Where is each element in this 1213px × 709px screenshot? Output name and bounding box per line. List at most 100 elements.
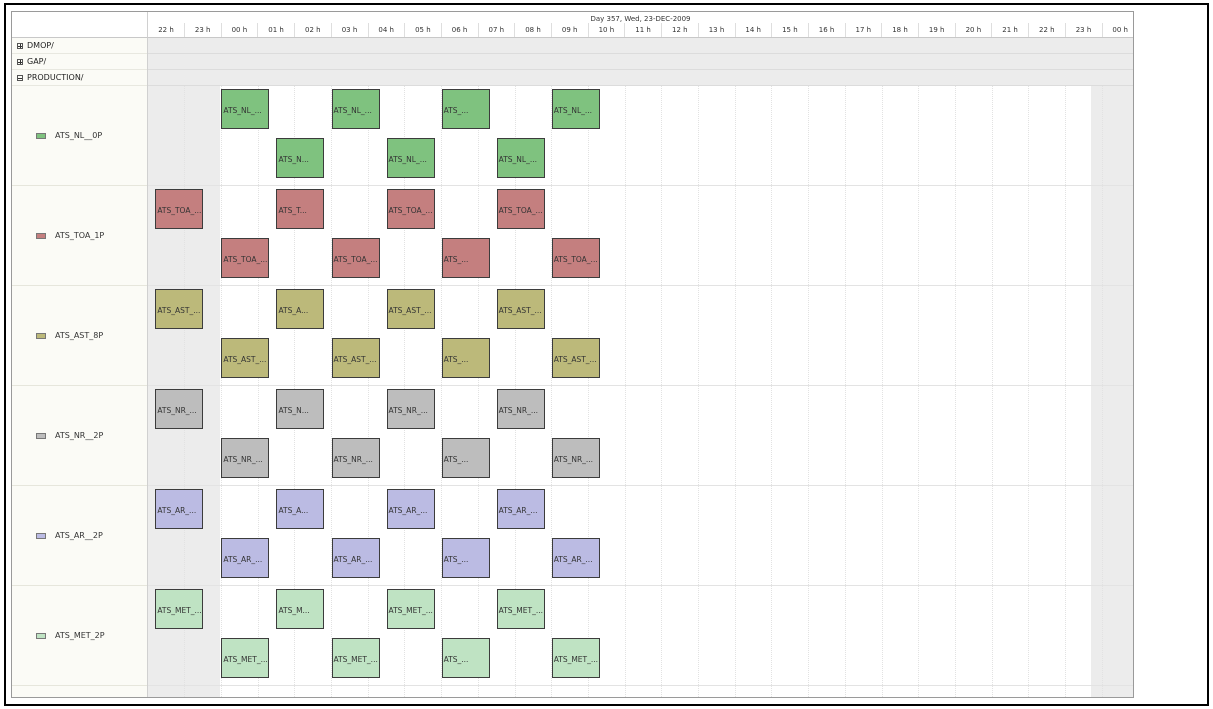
activity-bar[interactable]: ATS_MET_... [496, 589, 545, 629]
timeline-header: Day 357, Wed, 23-DEC-2009 22 h 23 h 00 h 01… [148, 12, 1133, 38]
activity-bar[interactable]: ATS_N... [276, 389, 325, 429]
hour-separator [1064, 23, 1066, 37]
group-production[interactable]: PRODUCTION/ [12, 70, 147, 86]
activity-bar[interactable]: ATS_NL_... [331, 89, 380, 129]
activity-bar[interactable]: ATS_AR_... [331, 538, 380, 578]
activity-bar[interactable]: ATS_M... [276, 589, 325, 629]
resource-row[interactable]: ATS_AR__2P [12, 486, 147, 586]
activity-bar[interactable]: ATS_TOA_... [551, 238, 600, 278]
activity-bar[interactable]: ATS_AR_... [155, 489, 204, 529]
activity-bar[interactable]: ATS_AST_... [496, 289, 545, 329]
activity-bar[interactable]: ATS_... [441, 238, 490, 278]
activity-bar[interactable]: ATS_AR_... [496, 489, 545, 529]
activity-bar[interactable]: ATS_NL_... [221, 89, 270, 129]
hour-separator [404, 23, 406, 37]
activity-bar[interactable]: ATS_TOA_... [221, 238, 270, 278]
row-separator [148, 185, 1133, 186]
hour-separator [477, 23, 479, 37]
activity-bar[interactable]: ATS_MET_... [155, 589, 204, 629]
activity-bar[interactable]: ATS_... [441, 438, 490, 478]
group-band [148, 70, 1133, 86]
activity-bar[interactable]: ATS_AR_... [221, 538, 270, 578]
resource-label: ATS_TOA_1P [55, 231, 105, 240]
activity-bar[interactable]: ATS_AST_... [221, 338, 270, 378]
activity-bar[interactable]: ATS_MET_... [331, 638, 380, 678]
row-separator [148, 285, 1133, 286]
activity-bar[interactable]: ATS_NL_... [551, 89, 600, 129]
activity-bar[interactable]: ATS_AR_... [386, 489, 435, 529]
row-separator [148, 485, 1133, 486]
activity-bar[interactable]: ATS_... [441, 538, 490, 578]
activity-bar[interactable]: ATS_MET_... [221, 638, 270, 678]
activity-bar[interactable]: ATS_NR_... [496, 389, 545, 429]
activity-bar[interactable]: ATS_NR_... [551, 438, 600, 478]
collapse-icon[interactable] [17, 74, 23, 81]
resource-row[interactable]: ATS_NR__2P [12, 386, 147, 486]
hour-label: 23 h [1075, 26, 1092, 34]
activity-bar[interactable]: ATS_A... [276, 289, 325, 329]
hour-gridline [1028, 38, 1030, 697]
activity-bar[interactable]: ATS_TOA_... [155, 189, 204, 229]
activity-bar[interactable]: ATS_NR_... [221, 438, 270, 478]
hour-gridline [698, 38, 699, 697]
hour-label: 01 h [268, 26, 284, 34]
color-swatch-icon [36, 432, 46, 439]
gantt-chart: Day 357, Wed, 23-DEC-2009 22 h 23 h 00 h 01… [11, 11, 1134, 698]
activity-bar[interactable]: ATS_A... [276, 489, 325, 529]
activity-bar[interactable]: ATS_NR_... [386, 389, 435, 429]
expand-icon[interactable] [17, 42, 23, 49]
hour-separator [514, 23, 516, 37]
hour-separator [220, 23, 222, 37]
hour-label: 03 h [341, 26, 358, 34]
hour-label: 08 h [525, 26, 541, 34]
activity-bar[interactable]: ATS_NR_... [155, 389, 204, 429]
activity-bar[interactable]: ATS_MET_... [551, 638, 600, 678]
group-label: GAP/ [27, 57, 47, 66]
hour-separator [734, 23, 736, 37]
hour-label: 10 h [598, 26, 615, 34]
resource-row[interactable]: ATS_NL__0P [12, 86, 147, 186]
timeline-area[interactable]: ATS_NL_... ATS_NL_... ATS_... ATS_NL_... ATS… [148, 38, 1133, 697]
hour-label: 00 h [231, 26, 248, 34]
group-dmop[interactable]: DMOP/ [12, 38, 147, 54]
group-label: PRODUCTION/ [27, 73, 84, 82]
activity-bar[interactable]: ATS_NR_... [331, 438, 380, 478]
hour-gridline [881, 38, 883, 697]
expand-icon[interactable] [17, 58, 23, 65]
activity-bar[interactable]: ATS_TOA_... [496, 189, 545, 229]
activity-bar[interactable]: ATS_T... [276, 189, 325, 229]
activity-bar[interactable]: ATS_... [441, 338, 490, 378]
activity-bar[interactable]: ATS_AST_... [386, 289, 435, 329]
hour-separator [1028, 23, 1030, 37]
activity-bar[interactable]: ATS_AST_... [551, 338, 600, 378]
activity-bar[interactable]: ATS_NL_... [386, 138, 435, 178]
activity-bar[interactable]: ATS_... [441, 89, 490, 129]
group-band [148, 38, 1133, 54]
application-frame: Day 357, Wed, 23-DEC-2009 22 h 23 h 00 h 01… [4, 3, 1209, 706]
activity-bar[interactable]: ATS_TOA_... [331, 238, 380, 278]
hour-separator [697, 23, 699, 37]
hour-label: 21 h [1002, 26, 1018, 34]
hour-label: 12 h [672, 26, 688, 34]
activity-bar[interactable]: ATS_AST_... [155, 289, 204, 329]
hour-separator [844, 23, 846, 37]
activity-bar[interactable]: ATS_TOA_... [386, 189, 435, 229]
activity-bar[interactable]: ATS_MET_... [386, 589, 435, 629]
group-label: DMOP/ [27, 41, 54, 50]
activity-bar[interactable]: ATS_N... [276, 138, 325, 178]
activity-bar[interactable]: ATS_AR_... [551, 538, 600, 578]
resource-row[interactable]: ATS_AST_8P [12, 286, 147, 386]
group-gap[interactable]: GAP/ [12, 54, 147, 70]
row-separator [148, 585, 1133, 586]
resource-row[interactable]: ATS_MET_2P [12, 586, 147, 686]
hour-label: 19 h [928, 26, 945, 34]
activity-bar[interactable]: ATS_... [441, 638, 490, 678]
resource-label: ATS_NR__2P [55, 431, 104, 440]
hour-separator [771, 23, 773, 37]
hour-separator [294, 23, 296, 37]
activity-bar[interactable]: ATS_AST_... [331, 338, 380, 378]
hour-label: 04 h [378, 26, 394, 34]
hour-gridline [1065, 38, 1066, 697]
resource-row[interactable]: ATS_TOA_1P [12, 186, 147, 286]
activity-bar[interactable]: ATS_NL_... [496, 138, 545, 178]
